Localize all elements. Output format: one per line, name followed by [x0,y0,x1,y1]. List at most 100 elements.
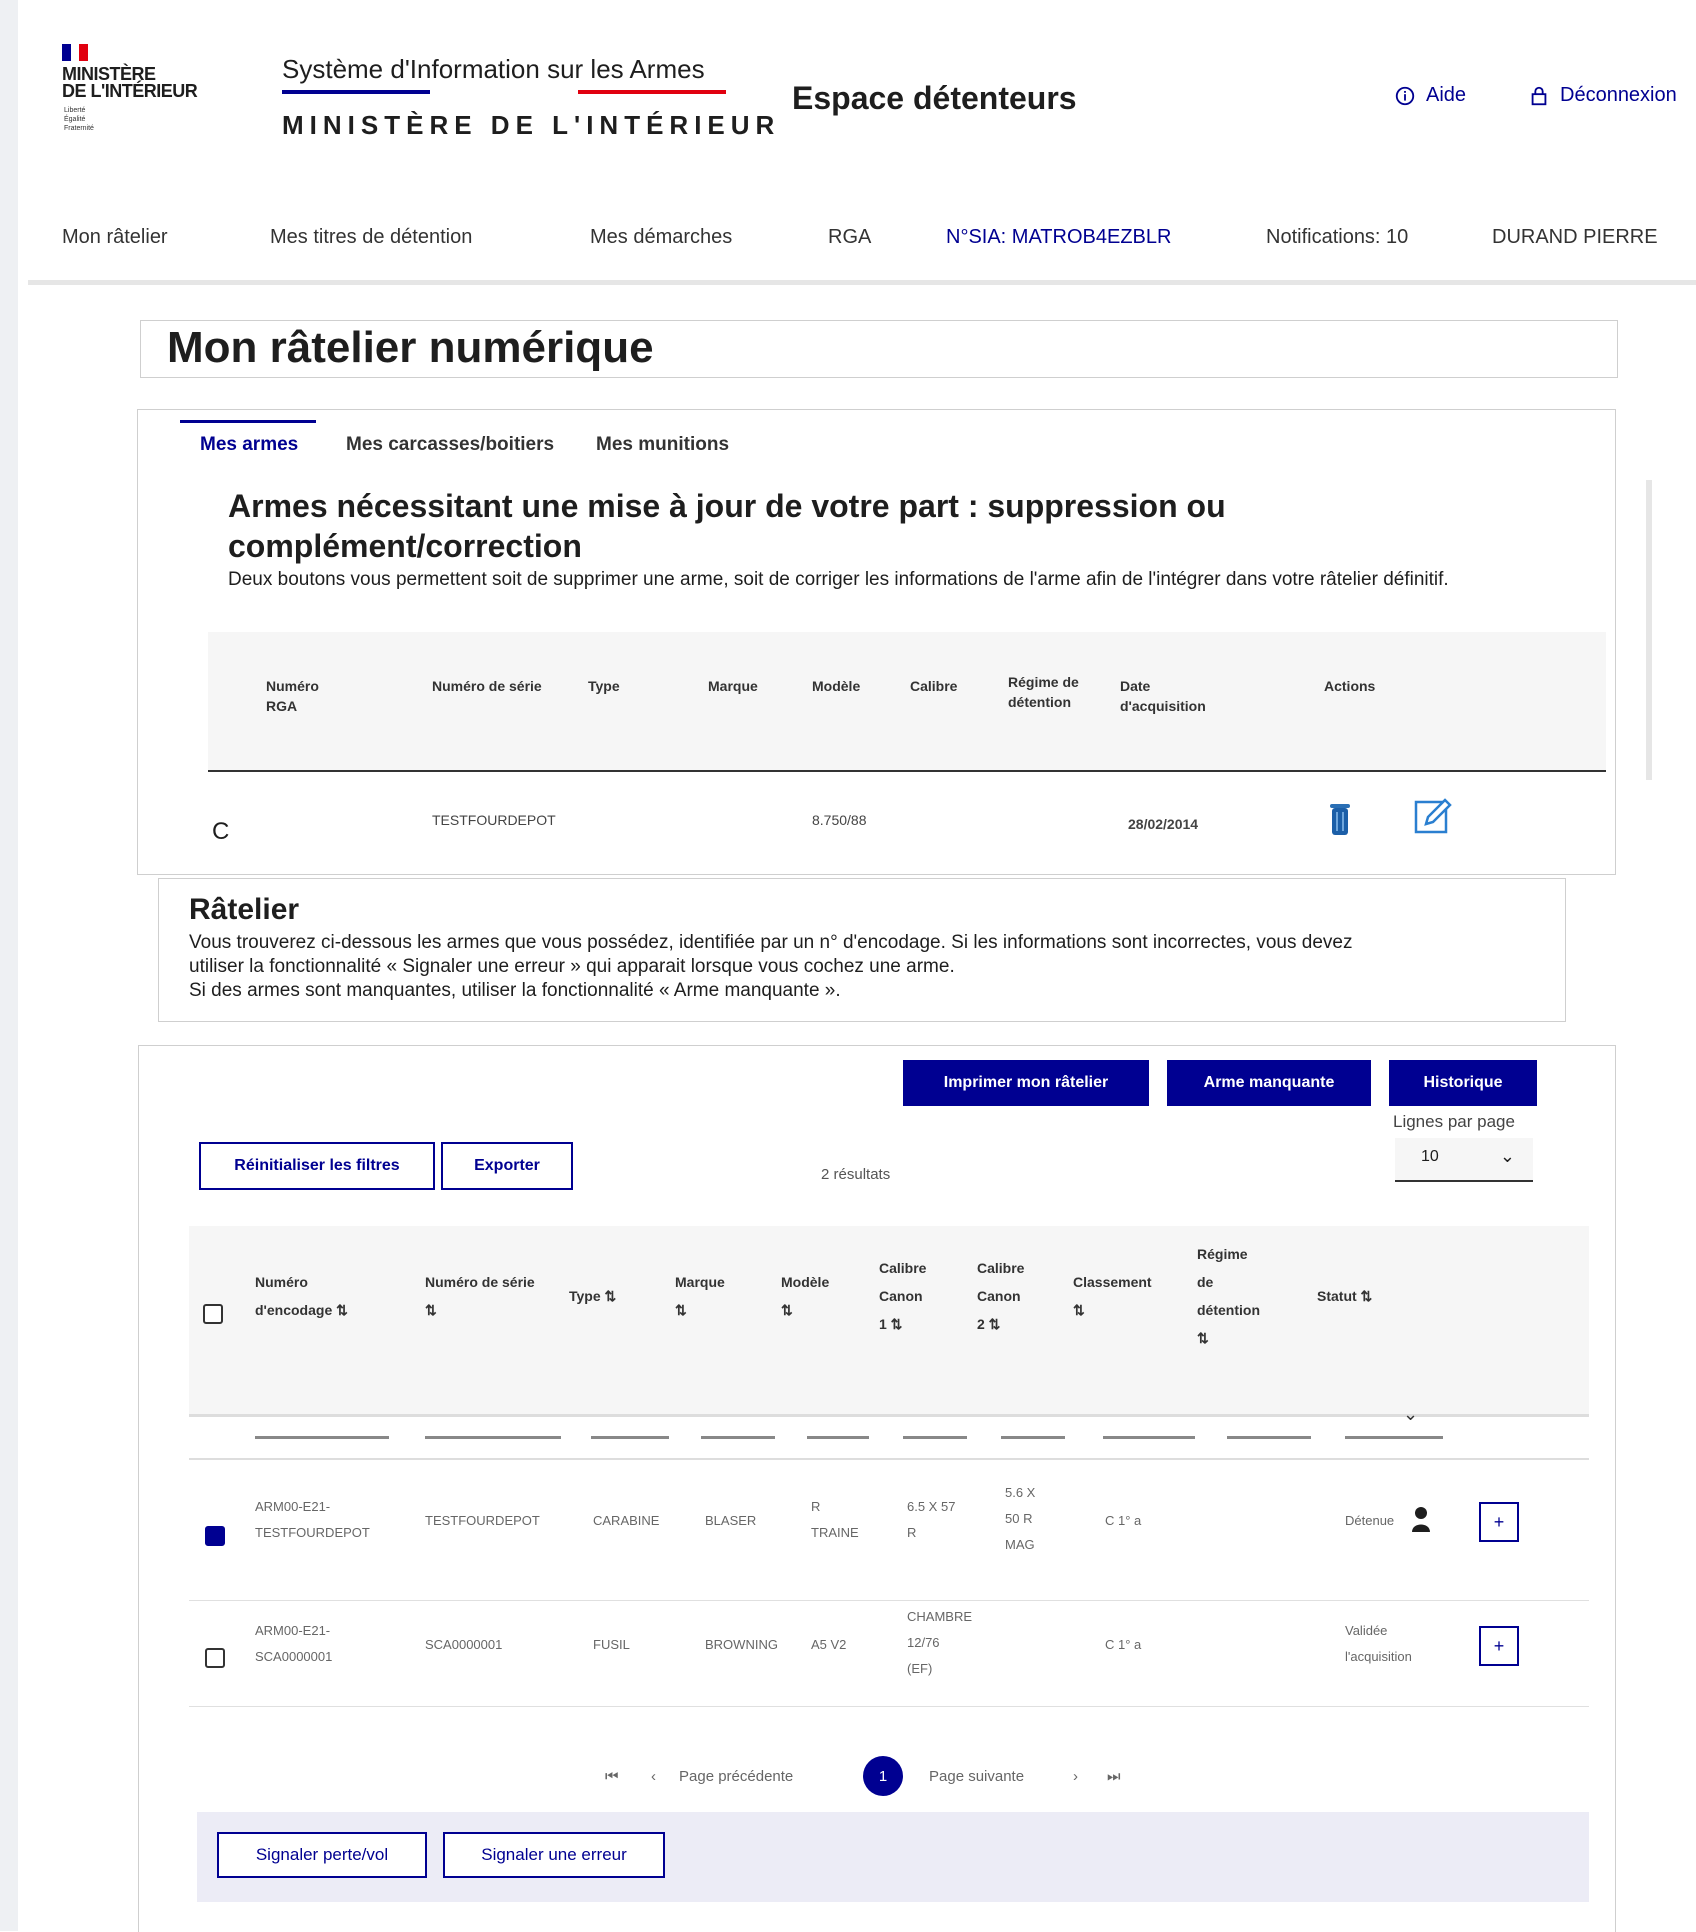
nav-notifications[interactable]: Notifications: 10 [1266,226,1408,249]
col-regime-sort[interactable]: Régime de détention ⇅ [1197,1240,1260,1352]
filter-caliber2[interactable] [1001,1436,1065,1439]
logout-link[interactable]: Déconnexion [1528,84,1677,107]
chevron-down-icon[interactable]: ⌄ [1403,1404,1418,1425]
table-divider [208,770,1606,772]
col-rga: Numéro RGA [266,678,319,714]
row-serial: TESTFOURDEPOT [432,812,556,828]
col-serial: Numéro de série [432,678,542,694]
prev-page-icon[interactable]: ‹ [651,1768,656,1785]
row1-type: CARABINE [593,1513,660,1528]
prev-page-button[interactable]: Page précédente [679,1768,793,1785]
lines-per-page-value: 10 [1421,1148,1439,1165]
last-page-button[interactable]: ⏭ [1107,1768,1121,1785]
filter-encoding[interactable] [255,1436,389,1439]
logout-label: Déconnexion [1560,84,1677,106]
update-section-heading: Armes nécessitant une mise à jour de vot… [228,488,1226,564]
sia-subtitle: MINISTÈRE DE L'INTÉRIEUR [282,110,781,140]
nav-sia-number[interactable]: N°SIA: MATROB4EZBLR [946,226,1171,249]
row2-serial: SCA0000001 [425,1637,503,1652]
col-classification-sort[interactable]: Classement ⇅ [1073,1268,1152,1324]
col-actions: Actions [1324,678,1376,694]
expand-row-button[interactable]: + [1479,1502,1519,1542]
filter-type[interactable] [591,1436,669,1439]
row2-status: Validée l'acquisition [1345,1623,1412,1664]
row-model: 8.750/88 [812,812,867,828]
row2-type: FUSIL [593,1637,630,1652]
nav-rga[interactable]: RGA [828,226,871,249]
select-all-checkbox[interactable] [203,1304,223,1324]
col-caliber2-sort[interactable]: Calibre Canon 2 ⇅ [977,1254,1024,1338]
filter-classification[interactable] [1103,1436,1195,1439]
nav-my-titles[interactable]: Mes titres de détention [270,226,472,249]
current-page[interactable]: 1 [863,1756,903,1796]
row2-encoding: ARM00-E21- SCA0000001 [255,1623,333,1664]
row-checkbox[interactable] [205,1526,225,1546]
scrollbar[interactable] [1646,480,1652,780]
row2-model: A5 V2 [811,1637,847,1652]
filter-status[interactable] [1345,1436,1443,1439]
col-model: Modèle [812,678,861,694]
tab-my-ammunition[interactable]: Mes munitions [596,434,729,456]
row2-caliber1: CHAMBRE 12/76 (EF) [907,1609,973,1676]
print-rack-button[interactable]: Imprimer mon râtelier [903,1060,1149,1106]
col-regime: Régime de détention [1008,674,1079,710]
row-divider [189,1706,1589,1707]
update-table-header: Numéro RGA Numéro de série Type Marque M… [208,632,1606,772]
results-count: 2 résultats [821,1166,891,1183]
nav-my-rack[interactable]: Mon râtelier [62,226,168,249]
col-serial-number[interactable]: Numéro de série ⇅ [425,1268,535,1324]
row2-brand: BROWNING [705,1637,778,1652]
col-type-sort[interactable]: Type ⇅ [569,1282,616,1310]
row1-encoding: ARM00-E21- TESTFOURDEPOT [255,1499,370,1540]
tab-my-frames[interactable]: Mes carcasses/boitiers [346,434,554,456]
nav-my-procedures[interactable]: Mes démarches [590,226,732,249]
space-title: Espace détenteurs [792,80,1077,116]
republic-flag-logo [62,44,89,61]
ratelier-description: Vous trouverez ci-dessous les armes que … [189,932,1353,1001]
expand-row-button[interactable]: + [1479,1626,1519,1666]
col-model-sort[interactable]: Modèle ⇅ [781,1268,829,1324]
page-title-box: Mon râtelier numérique [140,320,1618,378]
row2-classification: C 1° a [1105,1637,1142,1652]
report-loss-button[interactable]: Signaler perte/vol [217,1832,427,1878]
weapons-table-panel: Imprimer mon râtelier Arme manquante His… [138,1045,1616,1932]
export-button[interactable]: Exporter [441,1142,573,1190]
filter-caliber1[interactable] [903,1436,967,1439]
col-brand-sort[interactable]: Marque ⇅ [675,1268,725,1324]
col-status-sort[interactable]: Statut ⇅ [1317,1282,1372,1310]
filter-brand[interactable] [701,1436,775,1439]
col-acquisition-date: Date d'acquisition [1120,678,1206,714]
row1-classification: C 1° a [1105,1513,1142,1528]
lines-per-page-label: Lignes par page [1393,1112,1515,1131]
row1-caliber1: 6.5 X 57 R [907,1499,956,1540]
info-icon [1395,86,1415,105]
active-tab-indicator [180,420,316,423]
next-page-button[interactable]: Page suivante [929,1768,1024,1785]
help-label: Aide [1426,84,1467,106]
filter-regime[interactable] [1227,1436,1311,1439]
reset-filters-button[interactable]: Réinitialiser les filtres [199,1142,435,1190]
col-encoding[interactable]: Numéro d'encodage ⇅ [255,1268,348,1324]
row1-serial: TESTFOURDEPOT [425,1513,540,1528]
nav-user-name[interactable]: DURAND PIERRE [1492,226,1658,249]
row1-status: Détenue [1345,1513,1395,1528]
sia-title: Système d'Information sur les Armes [282,54,705,84]
edit-icon[interactable] [1414,796,1454,836]
row-checkbox[interactable] [205,1648,225,1668]
filter-divider [189,1458,1589,1460]
col-caliber1-sort[interactable]: Calibre Canon 1 ⇅ [879,1254,926,1338]
report-error-button[interactable]: Signaler une erreur [443,1832,665,1878]
republic-motto: Liberté Égalité Fraternité [64,107,94,132]
history-button[interactable]: Historique [1389,1060,1537,1106]
col-type: Type [588,678,620,694]
help-link[interactable]: Aide [1394,84,1466,107]
trash-icon[interactable] [1328,800,1352,836]
filter-model[interactable] [807,1436,869,1439]
tab-my-weapons[interactable]: Mes armes [200,434,298,456]
row-divider [189,1600,1589,1601]
next-page-icon[interactable]: › [1073,1768,1078,1785]
lines-per-page-select[interactable]: 10 ⌄ [1395,1138,1533,1182]
filter-serial[interactable] [425,1436,561,1439]
missing-weapon-button[interactable]: Arme manquante [1167,1060,1371,1106]
first-page-button[interactable]: ⏮ [605,1768,619,1785]
